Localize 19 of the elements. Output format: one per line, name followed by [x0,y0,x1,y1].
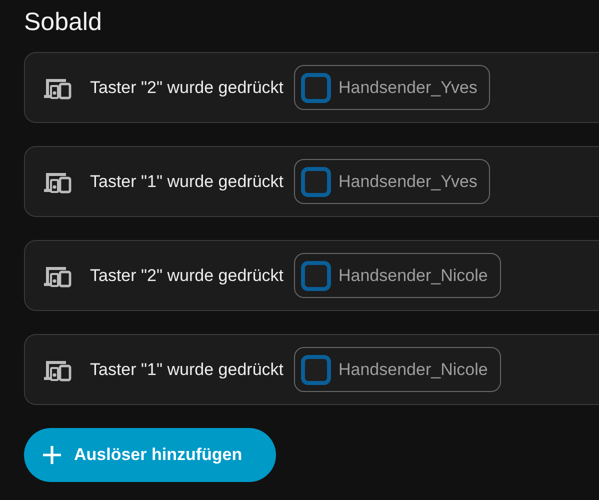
device-chip[interactable]: Handsender_Nicole [294,253,501,298]
plus-icon [42,445,62,465]
section-heading: Sobald [24,7,102,38]
square-icon [300,354,330,384]
device-chip[interactable]: Handsender_Yves [294,65,490,110]
trigger-label: Taster "2" wurde gedrückt [90,266,284,286]
device-chip[interactable]: Handsender_Yves [294,159,490,204]
square-icon [300,166,330,196]
trigger-label: Taster "2" wurde gedrückt [90,78,284,98]
device-chip[interactable]: Handsender_Nicole [294,347,501,392]
trigger-card[interactable]: Taster "2" wurde gedrückt Handsender_Yves [24,52,599,123]
add-trigger-button[interactable]: Auslöser hinzufügen [24,428,276,482]
trigger-card[interactable]: Taster "1" wurde gedrückt Handsender_Nicole [24,334,599,405]
square-icon [300,72,330,102]
trigger-label: Taster "1" wurde gedrückt [90,360,284,380]
square-icon [300,260,330,290]
trigger-card[interactable]: Taster "1" wurde gedrückt Handsender_Yves [24,146,599,217]
trigger-label: Taster "1" wurde gedrückt [90,172,284,192]
trigger-card[interactable]: Taster "2" wurde gedrückt Handsender_Nicole [24,240,599,311]
